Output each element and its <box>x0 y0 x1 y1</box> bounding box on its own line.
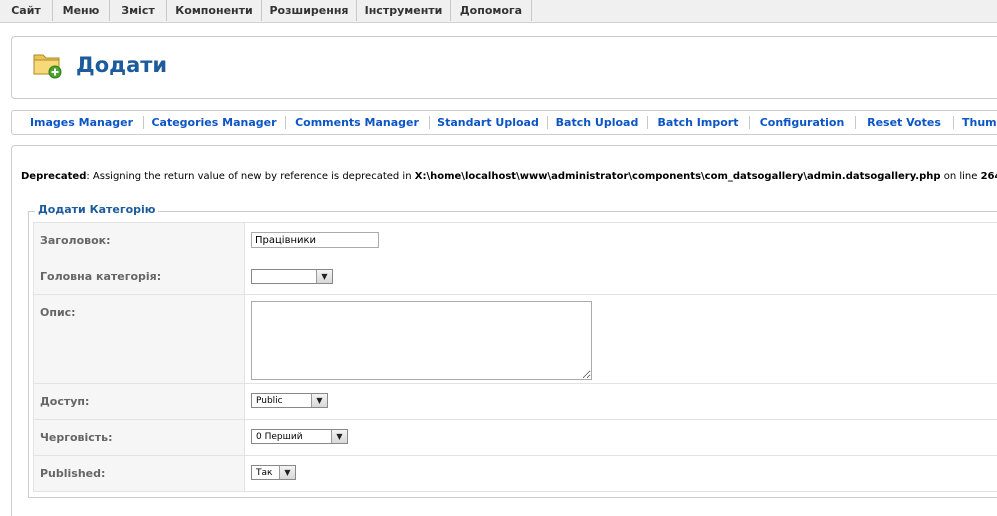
ordering-select[interactable]: 0 Перший ▼ <box>251 429 348 444</box>
access-value: Public <box>256 396 283 406</box>
access-select[interactable]: Public ▼ <box>251 393 328 408</box>
published-value: Так <box>256 468 273 478</box>
subnav-categories-manager[interactable]: Categories Manager <box>144 111 284 134</box>
access-label: Доступ: <box>40 395 90 408</box>
published-select[interactable]: Так ▼ <box>251 465 296 480</box>
published-label: Published: <box>40 467 106 480</box>
form-row-ordering: Черговість: <box>33 420 997 456</box>
ordering-value: 0 Перший <box>256 432 303 442</box>
title-label-cell: Заголовок: <box>34 223 245 259</box>
parent-category-label-cell: Головна категорія: <box>34 259 245 294</box>
deprecated-line-number: 2646 <box>980 171 997 182</box>
chevron-down-icon: ▼ <box>279 466 295 479</box>
deprecated-warning: Deprecated: Assigning the return value o… <box>21 170 997 184</box>
chevron-down-icon: ▼ <box>311 394 327 407</box>
subnav-standart-upload[interactable]: Standart Upload <box>430 111 546 134</box>
menu-item-site[interactable]: Сайт <box>0 0 53 21</box>
title-label: Заголовок: <box>40 234 111 247</box>
ordering-label-cell: Черговість: <box>34 420 245 455</box>
menu-item-content[interactable]: Зміст <box>110 0 167 21</box>
chevron-down-icon: ▼ <box>316 270 332 283</box>
component-subnav: Images Manager Categories Manager Commen… <box>11 110 997 135</box>
deprecated-path: X:\home\localhost\www\administrator\comp… <box>414 171 941 182</box>
subnav-batch-upload[interactable]: Batch Upload <box>548 111 646 134</box>
deprecated-on-line: on line <box>940 171 981 182</box>
subnav-comments-manager[interactable]: Comments Manager <box>286 111 428 134</box>
form-row-access: Доступ: <box>33 384 997 420</box>
description-textarea[interactable] <box>251 301 592 380</box>
title-input[interactable] <box>251 232 379 248</box>
form-row-published: Published: <box>33 456 997 492</box>
access-label-cell: Доступ: <box>34 384 245 419</box>
deprecated-label: Deprecated <box>21 171 87 182</box>
folder-add-icon <box>33 54 62 79</box>
top-menu-bar: Сайт Меню Зміст Компоненти Розширення Ін… <box>0 0 997 23</box>
page-header: Додати <box>11 36 997 99</box>
menu-item-menu[interactable]: Меню <box>53 0 110 21</box>
menu-item-tools[interactable]: Інструменти <box>357 0 451 21</box>
published-label-cell: Published: <box>34 456 245 491</box>
subnav-images-manager[interactable]: Images Manager <box>20 111 143 134</box>
subnav-batch-import[interactable]: Batch Import <box>648 111 748 134</box>
description-label-cell: Опис: <box>34 295 245 383</box>
chevron-down-icon: ▼ <box>331 430 347 443</box>
parent-category-select[interactable]: ▼ <box>251 269 333 284</box>
form-row-title: Заголовок: <box>33 222 997 260</box>
fieldset-legend: Додати Категорію <box>35 203 159 217</box>
menu-item-components[interactable]: Компоненти <box>167 0 262 21</box>
deprecated-text: : Assigning the return value of new by r… <box>86 171 415 182</box>
menu-item-help[interactable]: Допомога <box>451 0 532 21</box>
subnav-reset-votes[interactable]: Reset Votes <box>856 111 952 134</box>
menu-item-extensions[interactable]: Розширення <box>262 0 357 21</box>
subnav-thumbnails[interactable]: Thum <box>962 111 997 134</box>
form-row-parent-category: Головна категорія: <box>33 259 997 295</box>
subnav-separator <box>953 116 954 129</box>
parent-category-label: Головна категорія: <box>40 270 162 283</box>
subnav-configuration[interactable]: Configuration <box>750 111 854 134</box>
ordering-label: Черговість: <box>40 431 113 444</box>
description-label: Опис: <box>40 306 76 319</box>
page-title: Додати <box>76 53 168 77</box>
